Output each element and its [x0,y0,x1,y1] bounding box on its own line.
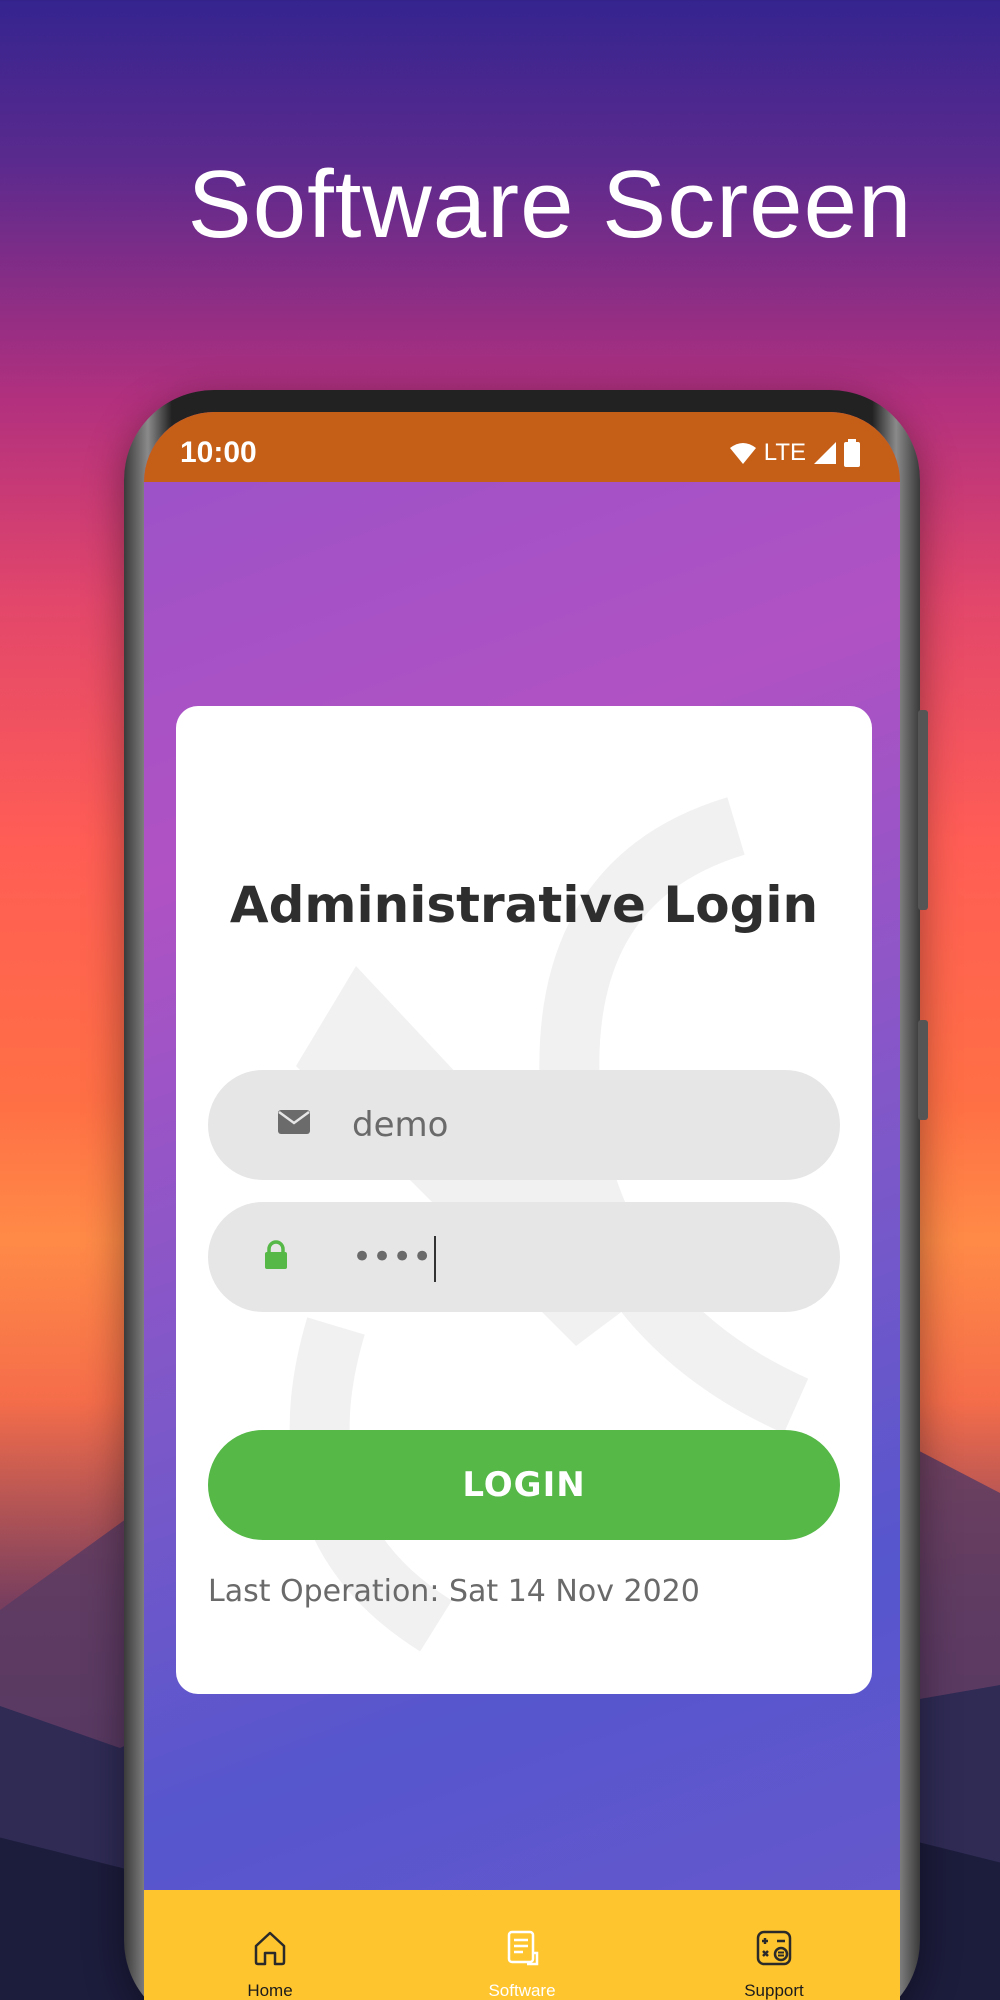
nav-item-support[interactable]: Support [674,1929,874,2000]
nav-item-software[interactable]: Software [422,1929,622,2000]
status-time: 10:00 [180,436,257,469]
bottom-navigation: Home Software Support [144,1890,900,2000]
status-bar: 10:00 LTE [144,412,900,482]
login-card: Administrative Login demo •••• LOGIN Las… [176,706,872,1694]
username-field[interactable]: demo [208,1070,840,1180]
network-type: LTE [763,439,806,466]
nav-label-support: Support [744,1981,804,2000]
password-dots: •••• [352,1237,433,1277]
calculator-icon [756,1930,792,1966]
phone-side-button [918,1020,928,1120]
battery-icon [844,439,860,467]
password-value: •••• [352,1202,437,1312]
nav-label-software: Software [488,1981,556,2000]
envelope-icon [278,1110,310,1134]
login-title: Administrative Login [229,876,819,934]
text-caret [434,1235,437,1282]
password-field[interactable]: •••• [208,1202,840,1312]
headline: Software Screen [187,151,913,258]
nav-item-home[interactable]: Home [170,1929,370,2000]
signal-icon [814,442,836,464]
nav-label-home: Home [247,1981,293,2000]
username-value: demo [352,1105,449,1145]
last-operation-text: Last Operation: Sat 14 Nov 2020 [208,1574,700,1609]
lock-icon [265,1240,287,1269]
home-icon [254,1931,286,1966]
wifi-icon [729,443,756,464]
login-button[interactable]: LOGIN [208,1430,840,1540]
status-icons: LTE [728,439,860,467]
document-icon [507,1930,539,1966]
phone-screen: 10:00 LTE Administrative Login demo ••••… [144,412,900,2000]
phone-frame: 10:00 LTE Administrative Login demo ••••… [124,390,928,2000]
phone-side-button [918,710,928,910]
